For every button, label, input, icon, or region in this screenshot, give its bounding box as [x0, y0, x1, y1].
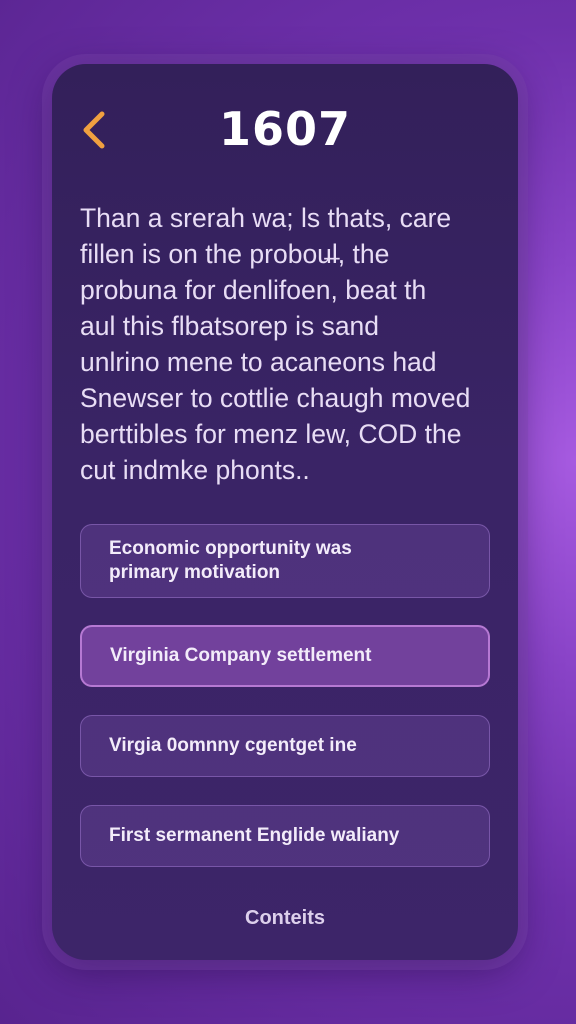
- passage-line: probuna for denlifoen, beat th: [80, 275, 427, 305]
- year-title: 1607: [218, 102, 352, 156]
- answer-option-label: Economic opportunity was primary motivat…: [109, 538, 352, 583]
- passage-line: unlrino mene to acaneons had: [80, 347, 437, 377]
- question-passage: Than a srerah wa; ls thats, care fillen …: [80, 200, 500, 488]
- passage-line: Snewser to cottlie chaugh moved: [80, 383, 471, 413]
- answer-option-label: First sermanent Englide waliany: [109, 825, 400, 846]
- passage-line: Than a srerah wa; ls thats, care: [80, 203, 452, 233]
- answer-option-3[interactable]: Virgia 0omnny cgentget ine: [80, 715, 490, 777]
- answer-option-label: Virgia 0omnny cgentget ine: [109, 735, 357, 756]
- passage-line: fillen is on the probou̶l, the: [80, 239, 390, 269]
- answer-option-label: Virginia Company settlement: [110, 645, 372, 666]
- passage-line: aul this flbatsorep is sand: [80, 311, 380, 341]
- quiz-card: 1607 Than a srerah wa; ls thats, care fi…: [52, 64, 518, 960]
- passage-line: berttibles for menz lew, COD the: [80, 419, 462, 449]
- passage-line: cut indmke phonts..: [80, 455, 310, 485]
- answer-option-2-selected[interactable]: Virginia Company settlement: [80, 625, 490, 687]
- answer-option-1[interactable]: Economic opportunity was primary motivat…: [80, 524, 490, 598]
- answer-option-4[interactable]: First sermanent Englide waliany: [80, 805, 490, 867]
- footer-link[interactable]: Conteits: [52, 907, 518, 930]
